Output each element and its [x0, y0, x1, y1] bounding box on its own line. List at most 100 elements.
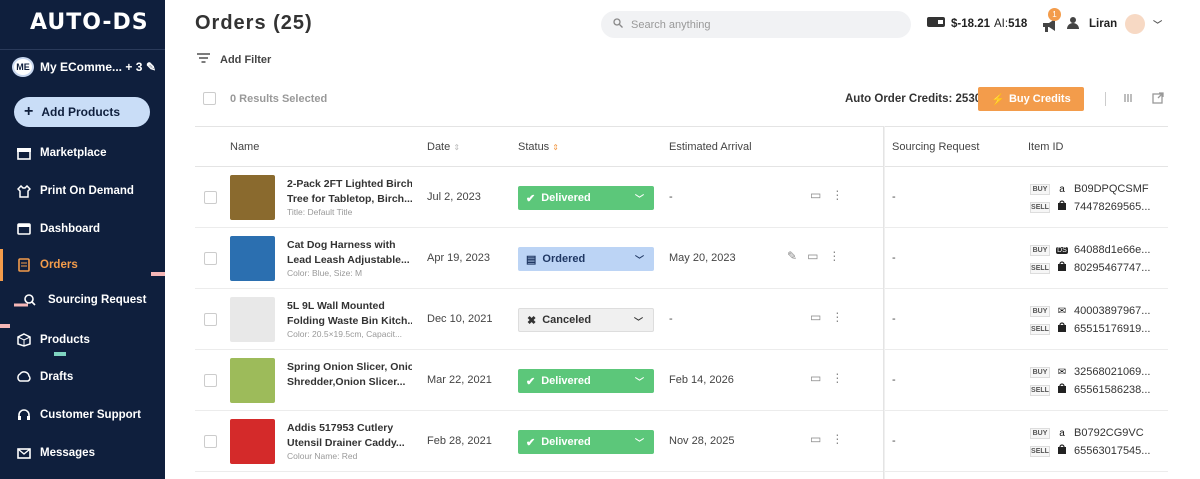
status-label: Delivered — [541, 375, 591, 387]
pencil-icon[interactable]: ✎ — [146, 60, 156, 74]
buy-item-id[interactable]: B09DPQCSMF — [1074, 183, 1149, 195]
row-checkbox[interactable] — [204, 374, 217, 387]
sidebar-item-print-on-demand[interactable]: Print On Demand — [0, 175, 165, 207]
user-menu[interactable]: Liran ﹀ — [1067, 14, 1162, 34]
chevron-down-icon: ﹀ — [634, 438, 644, 448]
chevron-down-icon: ﹀ — [634, 194, 644, 204]
external-link-icon[interactable] — [1152, 92, 1164, 107]
item-ids: BUY DS 64088d1e66e... SELL 80295467747... — [1030, 241, 1150, 277]
order-date: Jul 2, 2023 — [427, 191, 481, 203]
store-selector[interactable]: ME My EComme... + 3 ✎ — [12, 57, 162, 77]
column-header-date[interactable]: Date ⇕ — [427, 141, 460, 153]
sidebar-item-marketplace[interactable]: Marketplace — [0, 137, 165, 169]
table-row[interactable]: Addis 517953 Cutlery Utensil Drainer Cadd… — [195, 411, 1168, 472]
item-ids: BUY a B09DPQCSMF SELL 74478269565... — [1030, 180, 1150, 216]
notifications-button[interactable]: 1 — [1041, 8, 1061, 34]
table-row[interactable]: Cat Dog Harness with Lead Leash Adjustabl… — [195, 228, 1168, 289]
app-logo[interactable]: AUTO-DS — [30, 10, 149, 35]
note-icon[interactable]: ▭ — [810, 371, 821, 385]
user-gear-icon — [1067, 16, 1081, 33]
product-thumbnail[interactable] — [230, 175, 275, 220]
sidebar-item-sourcing-request[interactable]: Sourcing Request — [0, 284, 165, 316]
status-dropdown[interactable]: ✖ Canceled ﹀ — [518, 308, 654, 332]
product-name[interactable]: Cat Dog Harness with Lead Leash Adjustabl… — [287, 238, 412, 268]
row-checkbox[interactable] — [204, 252, 217, 265]
decoration — [54, 352, 66, 356]
product-thumbnail[interactable] — [230, 419, 275, 464]
estimated-arrival: Feb 14, 2026 — [669, 374, 734, 386]
more-icon[interactable]: ⋮ — [831, 310, 843, 324]
product-name[interactable]: Spring Onion Slicer, Onion Shredder,Onion… — [287, 360, 412, 390]
buy-item-id[interactable]: B0792CG9VC — [1074, 427, 1144, 439]
sell-item-id[interactable]: 74478269565... — [1074, 201, 1150, 213]
document-edit-icon[interactable]: ✎ — [787, 249, 797, 263]
buy-item-id[interactable]: 40003897967... — [1074, 305, 1150, 317]
product-thumbnail[interactable] — [230, 236, 275, 281]
shirt-icon — [16, 183, 32, 199]
store-bag-icon — [1056, 383, 1068, 397]
columns-icon[interactable] — [1123, 93, 1133, 106]
chevron-down-icon: ﹀ — [633, 317, 643, 327]
column-header-status[interactable]: Status ⇕ — [518, 141, 559, 153]
sell-item-id[interactable]: 65515176919... — [1074, 323, 1150, 335]
product-name-line: Spring Onion Slicer, Onion — [287, 361, 412, 373]
headset-icon — [16, 407, 32, 423]
wallet-icon — [927, 16, 945, 31]
status-dropdown[interactable]: ✔ Delivered ﹀ — [518, 430, 654, 454]
order-date: Apr 19, 2023 — [427, 252, 490, 264]
select-all-checkbox[interactable] — [203, 92, 216, 105]
table-row[interactable]: 2-Pack 2FT Lighted Birch Tree for Tableto… — [195, 167, 1168, 228]
sidebar-item-dashboard[interactable]: Dashboard — [0, 213, 165, 245]
status-dropdown[interactable]: ✔ Delivered ﹀ — [518, 186, 654, 210]
sidebar-item-orders[interactable]: Orders — [0, 249, 165, 281]
search-icon — [613, 18, 623, 31]
sourcing-request-value: - — [892, 191, 896, 203]
column-header-label: Status — [518, 141, 550, 153]
product-name[interactable]: 5L 9L Wall Mounted Folding Waste Bin Kitc… — [287, 299, 412, 329]
table-row[interactable]: Spring Onion Slicer, Onion Shredder,Onion… — [195, 350, 1168, 411]
buy-item-id[interactable]: 64088d1e66e... — [1074, 244, 1150, 256]
sell-item-id[interactable]: 65561586238... — [1074, 384, 1150, 396]
product-variant: Color: 20.5×19.5cm, Capacit... — [287, 329, 403, 339]
note-icon[interactable]: ▭ — [810, 310, 821, 324]
note-icon[interactable]: ▭ — [810, 432, 821, 446]
status-dropdown[interactable]: ▤ Ordered ﹀ — [518, 247, 654, 271]
buy-credits-button[interactable]: ⚡ Buy Credits — [978, 87, 1084, 111]
buy-tag: BUY — [1030, 427, 1050, 439]
product-name-line: Shredder,Onion Slicer... — [287, 376, 406, 388]
note-icon[interactable]: ▭ — [810, 188, 821, 202]
sidebar-item-drafts[interactable]: Drafts — [0, 361, 165, 393]
status-dropdown[interactable]: ✔ Delivered ﹀ — [518, 369, 654, 393]
balance-display[interactable]: $-18.21 AI:518 — [927, 16, 1027, 31]
row-checkbox[interactable] — [204, 313, 217, 326]
product-thumbnail[interactable] — [230, 297, 275, 342]
sidebar-item-products[interactable]: Products — [0, 324, 165, 356]
plus-icon: + — [24, 103, 34, 120]
sell-item-id[interactable]: 80295467747... — [1074, 262, 1150, 274]
product-name-line: Utensil Drainer Caddy... — [287, 437, 405, 449]
note-icon[interactable]: ▭ — [807, 249, 818, 263]
search-placeholder: Search anything — [631, 18, 711, 31]
sell-item-id[interactable]: 65563017545... — [1074, 445, 1150, 457]
more-icon[interactable]: ⋮ — [831, 188, 843, 202]
table-row[interactable]: 5L 9L Wall Mounted Folding Waste Bin Kitc… — [195, 289, 1168, 350]
item-ids: BUY a B0792CG9VC SELL 65563017545... — [1030, 424, 1150, 460]
product-thumbnail[interactable] — [230, 358, 275, 403]
product-name[interactable]: 2-Pack 2FT Lighted Birch Tree for Tableto… — [287, 177, 412, 207]
product-name[interactable]: Addis 517953 Cutlery Utensil Drainer Cadd… — [287, 421, 412, 451]
more-icon[interactable]: ⋮ — [828, 249, 840, 263]
status-label: Delivered — [541, 436, 591, 448]
sidebar-item-label: Products — [40, 334, 90, 346]
more-icon[interactable]: ⋮ — [831, 432, 843, 446]
sidebar-item-messages[interactable]: Messages — [0, 437, 165, 469]
more-icon[interactable]: ⋮ — [831, 371, 843, 385]
search-input[interactable]: Search anything — [601, 11, 911, 38]
add-filter-button[interactable]: Add Filter — [197, 53, 271, 66]
product-name-line: 2-Pack 2FT Lighted Birch — [287, 178, 412, 190]
add-products-button[interactable]: + Add Products — [14, 97, 150, 127]
sidebar-item-customer-support[interactable]: Customer Support — [0, 399, 165, 431]
buy-item-id[interactable]: 32568021069... — [1074, 366, 1150, 378]
row-checkbox[interactable] — [204, 435, 217, 448]
row-actions: ▭ ⋮ — [810, 371, 843, 385]
row-checkbox[interactable] — [204, 191, 217, 204]
